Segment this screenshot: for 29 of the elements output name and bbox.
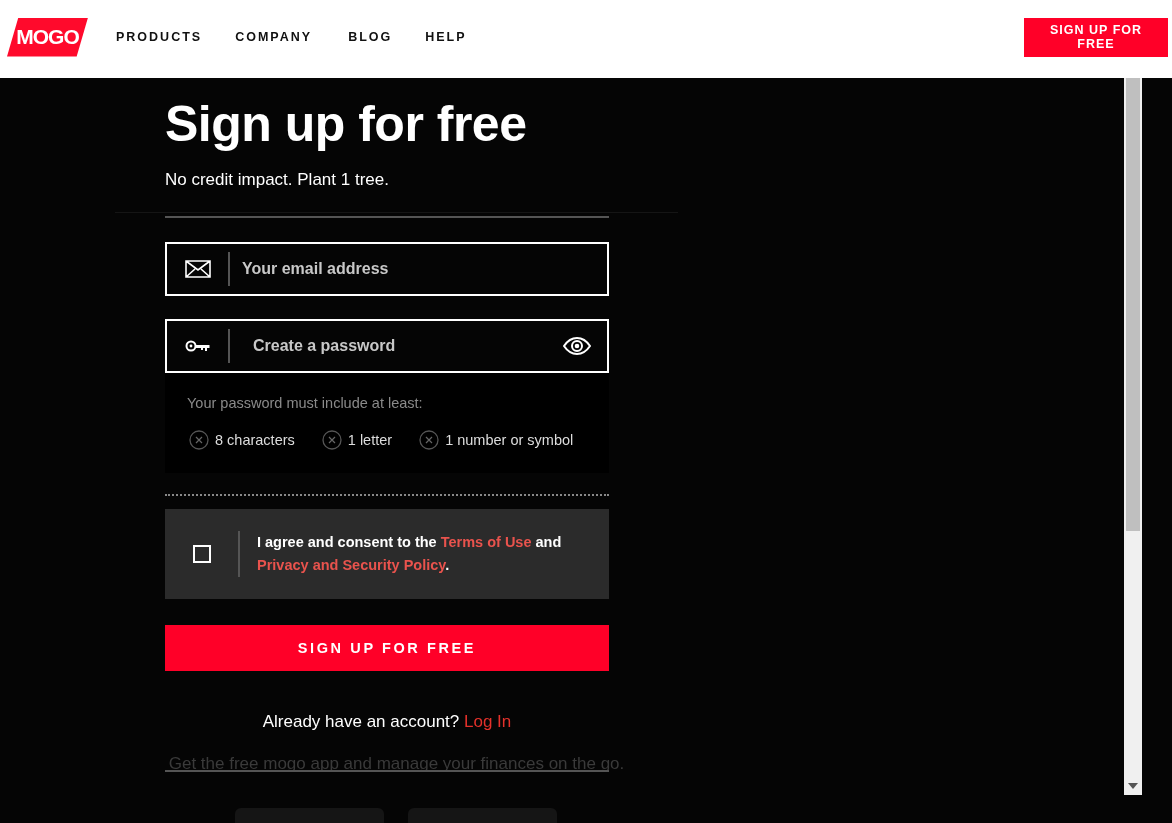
consent-text: I agree and consent to the Terms of Use and Privacy and Security Policy. bbox=[257, 533, 563, 575]
requirement-label: 1 letter bbox=[347, 432, 393, 448]
password-hint: Your password must include at least: bbox=[187, 395, 424, 411]
policy-link[interactable]: Privacy and Security Policy bbox=[257, 557, 446, 573]
nav-link[interactable]: BLOG bbox=[348, 30, 393, 44]
checkbox[interactable] bbox=[192, 545, 211, 563]
logo[interactable]: MOGO bbox=[7, 17, 88, 57]
policy-link[interactable]: Terms of Use bbox=[440, 534, 532, 550]
scrollbar[interactable] bbox=[1124, 78, 1142, 795]
login-prompt: Already have an account? Log In bbox=[261, 712, 513, 732]
password-field[interactable]: Create a password bbox=[165, 319, 609, 373]
requirement-label: 8 characters bbox=[215, 432, 295, 448]
eye-icon[interactable] bbox=[563, 337, 591, 355]
envelope-icon bbox=[185, 260, 211, 278]
password-input[interactable]: Create a password bbox=[230, 336, 563, 356]
nav-link[interactable]: PRODUCTS bbox=[116, 30, 203, 44]
scroll-thumb[interactable] bbox=[1126, 78, 1140, 531]
email-input[interactable]: Your email address bbox=[230, 259, 607, 279]
requirement-label: 1 number or symbol bbox=[445, 432, 574, 448]
key-icon bbox=[185, 339, 211, 353]
login-link[interactable]: Log In bbox=[464, 712, 512, 731]
signup-button[interactable]: SIGN UP FOR FREE bbox=[1024, 17, 1168, 57]
email-field[interactable]: Your email address bbox=[165, 242, 609, 296]
nav-link[interactable]: COMPANY bbox=[235, 30, 313, 44]
submit-button[interactable]: SIGN UP FOR FREE bbox=[165, 625, 609, 671]
nav-link[interactable]: HELP bbox=[425, 30, 467, 44]
form-subtitle: No credit impact. Plant 1 tree. bbox=[165, 170, 390, 190]
down-arrow-icon[interactable] bbox=[1128, 783, 1138, 789]
form-title: Sign up for free bbox=[165, 95, 528, 154]
